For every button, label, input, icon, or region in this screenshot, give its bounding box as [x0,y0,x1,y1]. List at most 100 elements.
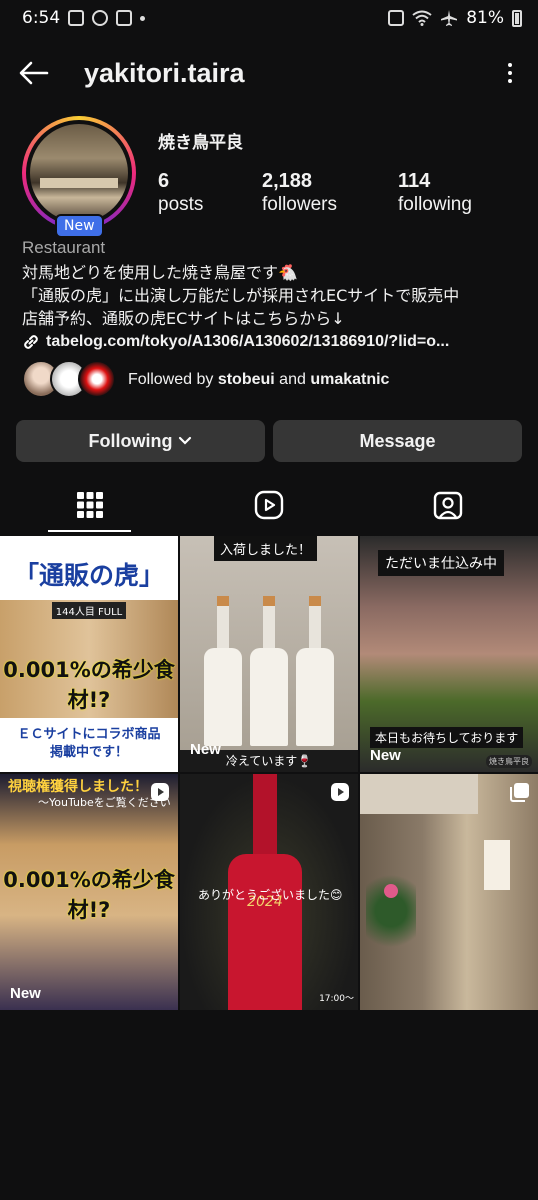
wine-bottle-graphic [296,596,334,746]
post-thumbnail[interactable]: 「通販の虎」 144人目 FULL 0.001%の希少食材!? ＥＣサイトにコラ… [0,536,178,772]
bio-line: 対馬地どりを使用した焼き鳥屋です🐔 [22,263,298,282]
new-story-badge: New [55,214,104,238]
profile-summary: New 焼き鳥平良 6 posts 2,188 followers 114 fo… [0,110,538,238]
following-label: following [398,194,472,215]
posts-count: 6 [158,170,170,192]
more-notifications-dot [140,15,146,21]
post-watermark: 焼き鳥平良 [486,755,532,768]
page-title: yakitori.taira [84,57,245,88]
tab-reels[interactable] [179,474,358,536]
post-caption: ＥＣサイトにコラボ商品 掲載中です！ [0,726,178,762]
posts-grid: 「通販の虎」 144人目 FULL 0.001%の希少食材!? ＥＣサイトにコラ… [0,536,538,1010]
followed-by-row[interactable]: Followed by stobeui and umakatnic [22,360,516,398]
new-post-label: New [190,741,221,758]
avatar [26,120,132,226]
display-name: 焼き鳥平良 [158,133,243,153]
content-tabs [0,474,538,536]
reel-icon [150,782,170,806]
wine-bottle-graphic [250,596,288,746]
posts-label: posts [158,194,204,215]
battery-percent: 81% [466,8,504,28]
battery-icon [512,9,522,27]
facebook-icon [92,10,109,26]
wine-bottle-graphic [204,596,242,746]
status-time: 6:54 [22,8,61,28]
message-button-label: Message [359,430,436,451]
grid-icon [76,492,103,518]
tagged-user-icon [434,491,463,520]
more-dot [508,63,512,67]
status-bar: 6:54 81% [0,0,538,36]
tab-tagged[interactable] [359,474,538,536]
post-overlay-time: 17:00〜 [319,994,354,1004]
profile-bio: Restaurant 対馬地どりを使用した焼き鳥屋です🐔 「通販の虎」に出演し万… [0,236,538,398]
airplane-icon [441,10,458,26]
followers-label: followers [262,194,337,215]
post-headline: 0.001%の希少食材!? [3,658,175,712]
wifi-icon [412,10,432,26]
shopping-icon [68,10,85,26]
stats-row: 6 posts 2,188 followers 114 following [158,169,472,217]
post-strip-label: 144人目 FULL [51,602,127,619]
tab-posts-grid[interactable] [0,474,179,536]
sim-icon [388,10,405,26]
post-headline: 0.001%の希少食材!? [3,868,175,922]
post-thumbnail[interactable]: 入荷しました！ 冷えています🍷 New [180,536,358,772]
followers-count: 2,188 [262,170,313,192]
more-options-button[interactable] [498,55,522,91]
new-post-label: New [10,985,41,1002]
post-thumbnail[interactable] [360,774,538,1010]
avatar-story-ring[interactable]: New [22,116,136,238]
post-overlay-tag: 視聴権獲得しました！ [8,779,148,795]
bio-line: 「通販の虎」に出演し万能だしが採用されECサイトで販売中 [22,286,460,305]
reels-icon [254,490,284,520]
followed-by-user[interactable]: stobeui [218,371,275,388]
following-button-label: Following [88,430,173,451]
shop-sign-graphic [484,840,510,890]
message-button[interactable]: Message [273,420,522,462]
post-thumbnail[interactable]: 視聴権獲得しました！ 〜YouTubeをご覧ください 0.001%の希少食材!?… [0,774,178,1010]
status-right: 81% [388,8,522,28]
bio-link-text: tabelog.com/tokyo/A1306/A130602/13186910… [46,333,450,350]
follower-avatar [78,360,116,398]
news-icon [116,10,133,26]
following-count: 114 [398,170,431,192]
bio-link[interactable]: tabelog.com/tokyo/A1306/A130602/13186910… [22,330,516,353]
post-image-strip: 144人目 FULL 0.001%の希少食材!? [0,600,178,718]
link-icon [24,334,38,349]
reel-icon [330,782,350,806]
post-title-text: 「通販の虎」 [13,561,164,590]
followed-by-text: Followed by stobeui and umakatnic [128,368,389,391]
arrow-left-icon [19,61,49,85]
post-overlay-tag: 入荷しました！ [214,536,318,561]
status-left: 6:54 [22,8,146,28]
posts-stat[interactable]: 6 posts [158,169,262,217]
noren-curtain-graphic [360,774,478,814]
more-dot [508,79,512,83]
post-thumbnail[interactable]: ただいま仕込み中 本日もお待ちしております 焼き鳥平良 New [360,536,538,772]
followed-by-prefix: Followed by [128,370,218,388]
carousel-icon [510,782,530,806]
followed-by-user[interactable]: umakatnic [310,371,389,388]
post-caption-line: 掲載中です！ [49,745,128,760]
chevron-down-icon [179,436,192,445]
followed-by-joiner: and [274,370,311,388]
bio-line: 店舗予約、通販の虎ECサイトはこちらから↓ [22,309,345,328]
more-dot [508,71,512,75]
profile-actions: Following Message [0,420,538,462]
category-label: Restaurant [22,238,106,257]
post-overlay-caption: ありがとうございました😊 [198,888,343,902]
plant-graphic [366,866,416,956]
stats-area: 焼き鳥平良 6 posts 2,188 followers 114 follow… [158,116,472,236]
flower-graphic [384,884,398,898]
new-post-label: New [370,747,401,764]
post-overlay-tag: ただいま仕込み中 [378,550,504,576]
post-caption-line: ＥＣサイトにコラボ商品 [17,727,161,742]
post-overlay-caption: 本日もお待ちしております [370,727,524,748]
following-button[interactable]: Following [16,420,265,462]
back-button[interactable] [16,55,52,91]
following-stat[interactable]: 114 following [398,169,472,217]
post-thumbnail[interactable]: 2024 ありがとうございました😊 17:00〜 [180,774,358,1010]
profile-header: yakitori.taira [0,36,538,110]
followers-stat[interactable]: 2,188 followers [262,169,398,217]
